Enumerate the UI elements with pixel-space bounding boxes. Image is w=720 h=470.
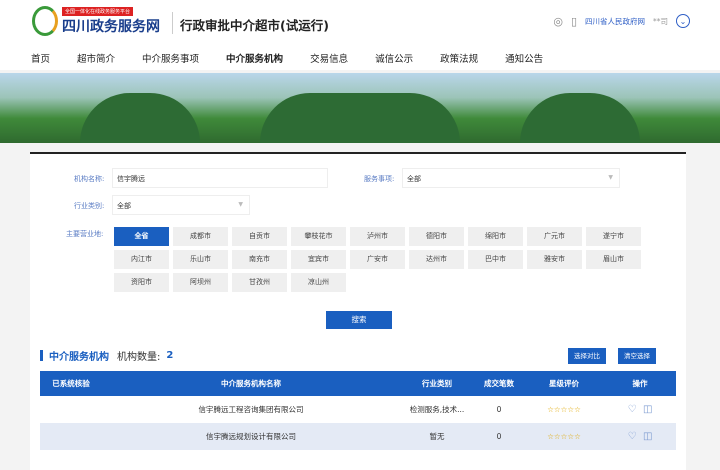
region-option[interactable]: 内江市 <box>114 250 169 269</box>
clear-selection-button[interactable]: 清空选择 <box>618 348 656 364</box>
col-deals: 成交笔数 <box>474 371 524 396</box>
agency-name-link[interactable]: 信宇腾远工程咨询集团有限公司 <box>102 396 400 423</box>
col-actions: 操作 <box>604 371 676 396</box>
dropdown-arrow-icon: ▼ <box>238 201 243 208</box>
results-title: 中介服务机构 <box>49 352 109 363</box>
favorite-heart-icon[interactable]: ♡ <box>628 404 637 415</box>
service-select[interactable]: 全部 ▼ <box>402 168 620 188</box>
name-input[interactable]: 信宇腾远 <box>112 168 328 188</box>
name-label: 机构名称: <box>74 175 105 183</box>
region-option[interactable]: 自贡市 <box>232 227 287 246</box>
site-logo[interactable]: 全国一体化在线政务服务平台四川政务服务网 <box>32 6 160 36</box>
section-bar <box>40 350 43 361</box>
deals-cell: 0 <box>474 423 524 450</box>
deals-cell: 0 <box>496 405 502 414</box>
chevron-down-icon[interactable]: ⌄ <box>676 14 690 28</box>
nav-agencies[interactable]: 中介服务机构 <box>226 51 283 65</box>
region-option[interactable]: 攀枝花市 <box>291 227 346 246</box>
region-option[interactable]: 宜宾市 <box>291 250 346 269</box>
logo-icon <box>32 6 58 36</box>
compare-icon[interactable]: ◫ <box>643 431 652 442</box>
nav-transactions[interactable]: 交易信息 <box>310 51 348 65</box>
region-option[interactable]: 南充市 <box>232 250 287 269</box>
nav-intro[interactable]: 超市简介 <box>77 51 115 65</box>
region-list: 全省 成都市 自贡市 攀枝花市 泸州市 德阳市 绵阳市 广元市 遂宁市内江市 乐山市 南充市 宜宾市广… <box>114 227 641 292</box>
region-option[interactable]: 达州市 <box>409 250 464 269</box>
results-header: 中介服务机构 机构数量: 2 <box>40 348 173 363</box>
header-extra-link[interactable]: **司 <box>653 16 668 27</box>
region-option[interactable]: 资阳市 <box>114 273 169 292</box>
nav-policy[interactable]: 政策法规 <box>440 51 478 65</box>
region-option[interactable]: 广安市 <box>350 250 405 269</box>
region-option[interactable]: 阿坝州 <box>173 273 228 292</box>
industry-label: 行业类别: <box>74 202 105 210</box>
table-header: 已系统核验 中介服务机构名称 行业类别 成交笔数 星级评价 操作 <box>40 371 676 396</box>
compare-button[interactable]: 选择对比 <box>568 348 606 364</box>
industry-select[interactable]: 全部 ▼ <box>112 195 250 215</box>
compare-icon[interactable]: ◫ <box>643 404 652 415</box>
platform-tag: 全国一体化在线政务服务平台 <box>62 7 134 16</box>
nav-credit[interactable]: 诚信公示 <box>375 51 413 65</box>
region-option[interactable]: 绵阳市 <box>468 227 523 246</box>
industry-cell: 暂无 <box>400 423 474 450</box>
page-title: 行政审批中介超市(试运行) <box>180 18 329 33</box>
table-row[interactable]: 信宇腾远工程咨询集团有限公司 检测服务,技术... 0 ☆☆☆☆☆ ♡ ◫ <box>40 396 676 423</box>
dropdown-arrow-icon: ▼ <box>608 174 613 181</box>
service-value: 全部 <box>407 175 421 183</box>
verified-cell <box>40 396 102 423</box>
agency-name-link[interactable]: 信宇腾远规划设计有限公司 <box>102 423 400 450</box>
results-table: 已系统核验 中介服务机构名称 行业类别 成交笔数 星级评价 操作 信宇腾远工程咨… <box>40 371 676 450</box>
region-option[interactable]: 乐山市 <box>173 250 228 269</box>
region-option[interactable]: 泸州市 <box>350 227 405 246</box>
col-name: 中介服务机构名称 <box>102 371 400 396</box>
nav-notices[interactable]: 通知公告 <box>505 51 543 65</box>
favorite-heart-icon[interactable]: ♡ <box>628 431 637 442</box>
region-option[interactable]: 甘孜州 <box>232 273 287 292</box>
verified-cell <box>40 423 102 450</box>
star-rating: ☆☆☆☆☆ <box>547 405 581 414</box>
gov-link[interactable]: 四川省人民政府网 <box>585 16 645 27</box>
col-industry: 行业类别 <box>400 371 474 396</box>
search-panel: 机构名称: 信宇腾远 服务事项: 全部 ▼ 行业类别: 全部 ▼ 主要营业地: 全省… <box>30 152 686 470</box>
industry-cell: 检测服务,技术... <box>409 405 465 414</box>
search-button[interactable]: 搜索 <box>326 311 392 329</box>
banner-image <box>0 73 720 143</box>
star-rating: ☆☆☆☆☆ <box>524 423 604 450</box>
region-option[interactable]: 成都市 <box>173 227 228 246</box>
industry-value: 全部 <box>117 202 131 210</box>
region-option[interactable]: 凉山州 <box>291 273 346 292</box>
site-name: 四川政务服务网 <box>62 19 160 35</box>
wechat-icon[interactable]: ◎ <box>553 15 563 28</box>
mobile-icon[interactable]: ▯ <box>571 15 577 28</box>
nav-services[interactable]: 中介服务事项 <box>142 51 199 65</box>
main-nav: 首页 超市简介 中介服务事项 中介服务机构 交易信息 诚信公示 政策法规 通知公… <box>31 51 570 65</box>
region-option[interactable]: 广元市 <box>527 227 582 246</box>
region-option[interactable]: 雅安市 <box>527 250 582 269</box>
result-count: 2 <box>166 350 174 361</box>
header: 全国一体化在线政务服务平台四川政务服务网 行政审批中介超市(试运行) ◎ ▯ 四… <box>0 0 720 70</box>
region-option[interactable]: 德阳市 <box>409 227 464 246</box>
region-option[interactable]: 全省 <box>114 227 169 246</box>
region-option[interactable]: 遂宁市 <box>586 227 641 246</box>
col-rating: 星级评价 <box>524 371 604 396</box>
nav-home[interactable]: 首页 <box>31 51 50 65</box>
col-verified: 已系统核验 <box>40 371 102 396</box>
region-option[interactable]: 眉山市 <box>586 250 641 269</box>
table-row[interactable]: 信宇腾远规划设计有限公司 暂无 0 ☆☆☆☆☆ ♡ ◫ <box>40 423 676 450</box>
divider <box>172 12 173 34</box>
count-label: 机构数量: <box>117 352 161 363</box>
region-option[interactable]: 巴中市 <box>468 250 523 269</box>
service-label: 服务事项: <box>364 175 395 183</box>
region-label: 主要营业地: <box>66 230 104 238</box>
